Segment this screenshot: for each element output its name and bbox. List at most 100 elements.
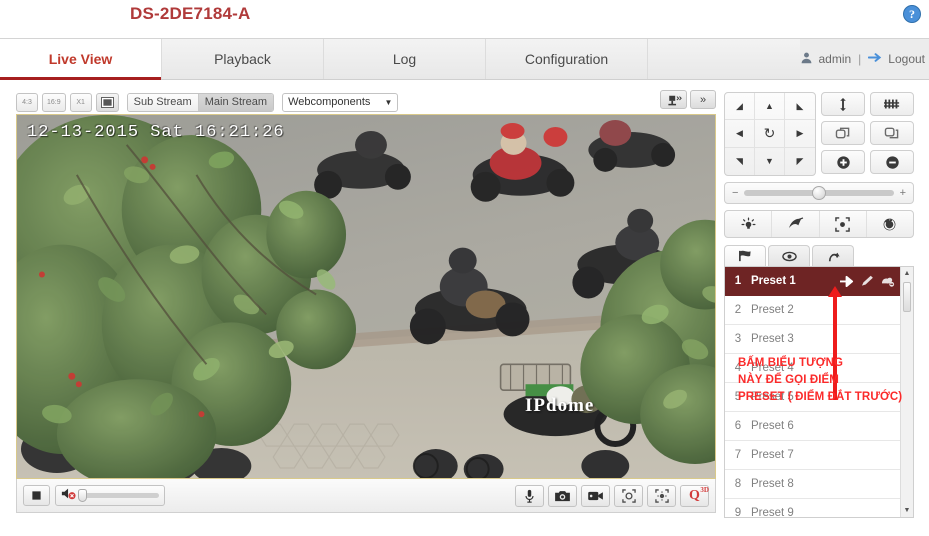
aspect-16-9-button[interactable]: 16:9 [42,92,66,112]
main-navigation: Live View Playback Log Configuration adm… [0,38,929,80]
camera-web-ui: DS-2DE7184-A ? Live View Playback Log Co… [0,0,929,536]
camera-icon[interactable] [548,484,577,507]
nav-filler [648,39,801,79]
ptz-function-tabs [724,245,914,266]
preset-name: Preset 2 [751,304,794,316]
scroll-up-icon[interactable]: ▲ [901,267,913,280]
zoom-3d-button[interactable]: Q 3D [680,484,709,507]
tab-log[interactable]: Log [324,39,486,79]
arrow-right-icon[interactable]: ▶ [785,120,815,148]
microphone-icon[interactable] [515,484,544,507]
iris-close-icon[interactable] [870,150,914,174]
ptz-lens-icon[interactable] [660,90,687,109]
table-row[interactable]: 6 Preset 6 [725,412,913,441]
preset-name: Preset 9 [751,507,794,518]
auto-scan-icon[interactable]: ↻ [755,120,785,148]
table-row[interactable]: 5 Preset 5 [725,383,913,412]
arrow-left-icon[interactable]: ◀ [725,120,755,148]
delete-icon[interactable] [881,275,895,288]
preset-number: 3 [734,333,742,345]
preset-number: 4 [734,362,742,374]
table-row[interactable]: 8 Preset 8 [725,470,913,499]
flag-icon [739,250,751,262]
table-row[interactable]: 7 Preset 7 [725,441,913,470]
call-arrow-icon[interactable] [840,275,854,288]
focus-near-icon[interactable] [821,121,865,145]
pencil-icon[interactable] [861,275,874,287]
lens-init-icon[interactable] [867,211,913,237]
ptz-speed-slider[interactable] [744,186,894,200]
zoom-in-icon[interactable] [821,92,865,116]
fullscreen-icon[interactable] [95,92,119,112]
speed-decrease-icon[interactable]: − [732,187,738,199]
tab-playback-label: Playback [214,51,271,67]
tab-playback[interactable]: Playback [162,39,324,79]
plugin-select[interactable]: Webcomponents ▼ [282,92,399,112]
tab-configuration[interactable]: Configuration [486,39,648,79]
preset-number: 6 [734,420,742,432]
zoom-3d-label: Q 3D [689,485,709,503]
table-row[interactable]: 3 Preset 3 [725,325,913,354]
regional-exposure-icon[interactable] [614,484,643,507]
arrow-up-icon[interactable]: ▲ [755,93,785,121]
tab-patrol[interactable] [768,245,810,266]
arrow-down-right-icon[interactable]: ◤ [785,148,815,175]
ptz-direction-pad: ◢ ▲ ◣ ◀ ↻ ▶ ◥ ▼ ◤ [724,92,816,176]
iris-open-icon[interactable] [821,150,865,174]
table-row[interactable]: 9 Preset 9 [725,499,913,518]
table-row[interactable]: 1 Preset 1 [725,267,913,296]
preset-number: 8 [734,478,742,490]
logout-icon[interactable] [868,52,883,66]
scrollbar-thumb[interactable] [903,282,911,312]
light-bulb-icon[interactable] [725,211,773,237]
logout-link[interactable]: Logout [888,52,925,66]
preset-number: 9 [734,507,742,518]
volume-slider[interactable] [78,489,159,502]
wiper-icon[interactable] [772,211,820,237]
volume-slider-knob[interactable] [78,489,87,502]
main-content: 4:3 16:9 X1 Sub Stream Main Stream Webco… [0,80,929,536]
ptz-zoom-focus-iris [821,92,914,176]
volume-control[interactable] [55,485,165,506]
ptz-speed-slider-knob[interactable] [812,186,826,200]
main-stream-button[interactable]: Main Stream [197,93,274,111]
speed-increase-icon[interactable]: + [900,187,906,199]
arrow-up-right-icon[interactable]: ◣ [785,93,815,121]
pattern-icon [828,252,840,261]
record-icon[interactable] [581,484,610,507]
regional-focus-icon[interactable] [647,484,676,507]
volume-muted-icon[interactable] [61,487,76,505]
table-row[interactable]: 4 Preset 4 [725,354,913,383]
expand-panel-button[interactable]: » [690,90,716,109]
user-icon [800,51,813,67]
tab-live-view[interactable]: Live View [0,39,162,80]
tab-preset[interactable] [724,245,766,266]
page-header: DS-2DE7184-A ? [0,0,929,38]
preset-list[interactable]: 1 Preset 1 2 Preset 2 3 Preset 3 4 Prese… [724,266,914,518]
aspect-x1-button[interactable]: X1 [69,92,92,112]
aspect-4-3-button[interactable]: 4:3 [16,92,38,112]
preset-number: 1 [734,275,742,287]
help-circle-icon[interactable]: ? [903,5,921,23]
preset-list-scrollbar[interactable]: ▲ ▼ [900,267,913,517]
arrow-up-left-icon[interactable]: ◢ [725,93,755,121]
preset-name: Preset 8 [751,478,794,490]
zoom-out-icon[interactable] [870,92,914,116]
video-watermark: IPdome [525,395,595,416]
table-row[interactable]: 2 Preset 2 [725,296,913,325]
arrow-down-left-icon[interactable]: ◥ [725,147,755,175]
focus-far-icon[interactable] [870,121,914,145]
patrol-icon [781,251,797,261]
stream-selector: Sub Stream Main Stream [126,92,275,112]
preset-number: 7 [734,449,742,461]
preset-name: Preset 3 [751,333,794,345]
arrow-down-icon[interactable]: ▼ [755,147,785,175]
auxiliary-focus-icon[interactable] [820,211,867,237]
scroll-down-icon[interactable]: ▼ [901,504,913,517]
video-stream-view[interactable]: 12-13-2015 Sat 16:21:26 IPdome [16,114,716,479]
stop-icon[interactable] [23,485,50,506]
player-right-buttons: Q 3D [515,484,709,507]
sub-stream-button[interactable]: Sub Stream [127,93,198,111]
tab-pattern[interactable] [812,245,854,266]
video-panel: 4:3 16:9 X1 Sub Stream Main Stream Webco… [16,90,718,536]
